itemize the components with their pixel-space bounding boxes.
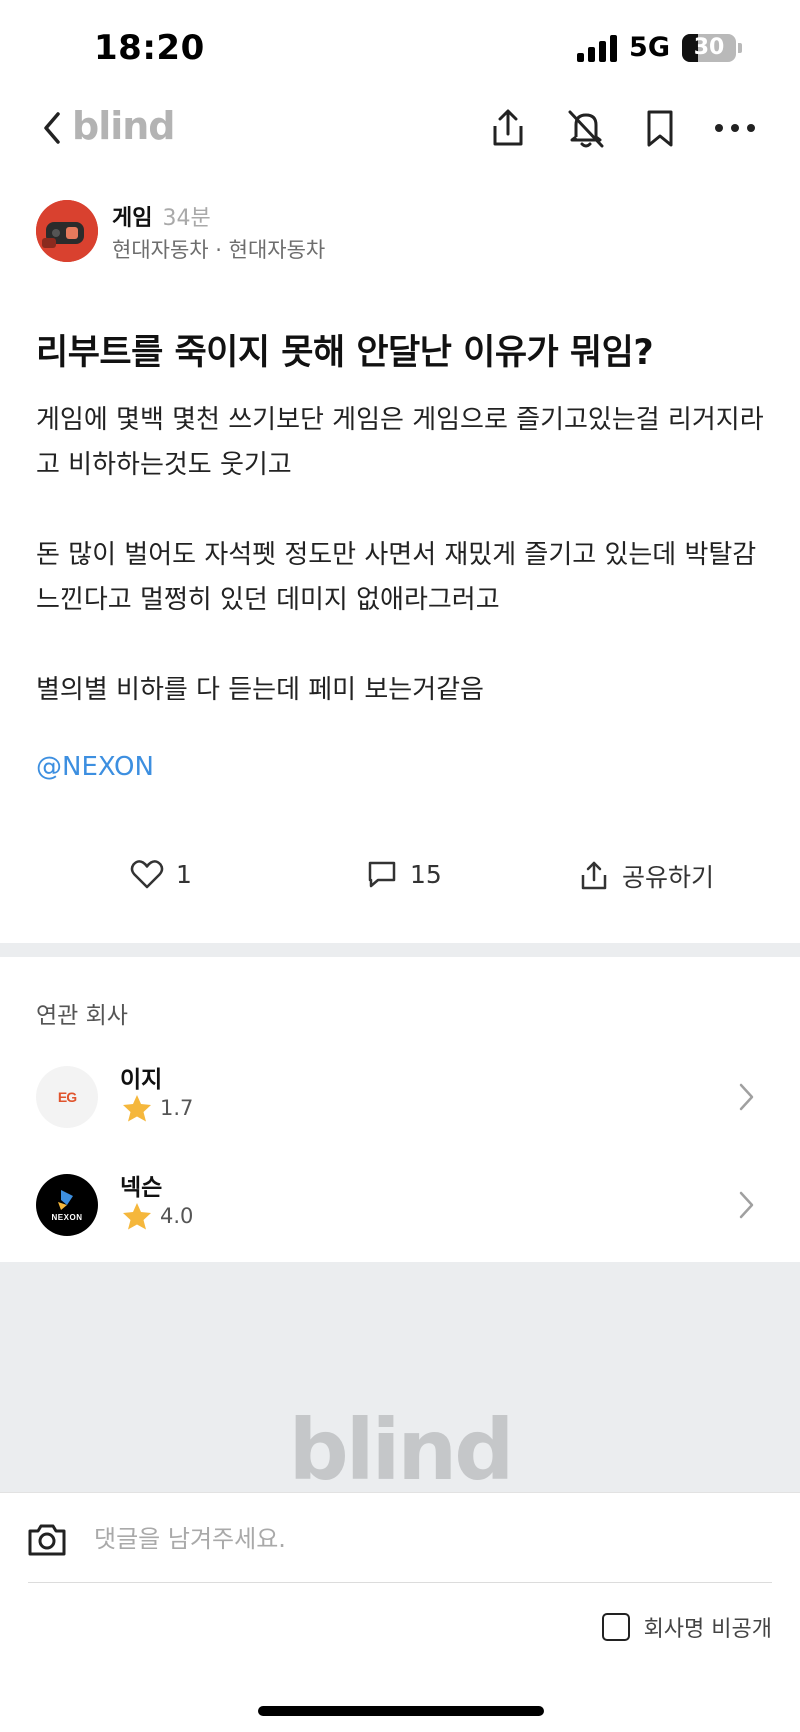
company-name: 이지	[120, 1067, 163, 1093]
chevron-right-icon	[732, 1188, 760, 1222]
company-logo: EG	[36, 1066, 98, 1128]
company-mention-link[interactable]: @NEXON	[36, 752, 154, 782]
category-avatar[interactable]	[36, 200, 98, 262]
comment-input[interactable]	[94, 1513, 754, 1565]
footer-blind-logo: blind	[288, 1408, 515, 1492]
company-logo-text: EG	[57, 1089, 77, 1105]
related-companies-title: 연관 회사	[36, 1003, 128, 1029]
company-rating: 4.0	[122, 1202, 193, 1230]
heart-icon	[130, 860, 164, 889]
hide-company-label: 회사명 비공개	[643, 1617, 772, 1642]
post-actions: 1 15 공유하기	[0, 858, 800, 902]
post-paragraph: 별의별 비하를 다 듣는데 페미 보는거같음	[36, 675, 484, 705]
status-time: 18:20	[94, 28, 205, 68]
back-icon[interactable]	[34, 108, 74, 148]
post-paragraph: 돈 많이 벌어도 자석펫 정도만 사면서 재밌게 즐기고 있는데 박탈감느낀다고…	[36, 540, 757, 615]
post-category[interactable]: 게임	[112, 206, 152, 231]
company-name: 넥슨	[120, 1175, 163, 1201]
star-icon	[123, 1095, 151, 1122]
network-type: 5G	[629, 32, 670, 63]
top-nav: blind	[0, 96, 800, 162]
hide-company-toggle[interactable]: 회사명 비공개	[601, 1611, 772, 1643]
related-company-item[interactable]: EG 이지 1.7	[0, 1066, 800, 1146]
chevron-right-icon	[732, 1080, 760, 1114]
share-post-button[interactable]: 공유하기	[578, 858, 714, 894]
author-company: 현대자동차 · 현대자동차	[112, 238, 326, 262]
post-time: 34분	[162, 206, 211, 231]
bookmark-icon[interactable]	[638, 106, 682, 150]
comment-divider	[28, 1582, 772, 1583]
blind-logo[interactable]: blind	[72, 104, 176, 148]
hide-company-checkbox[interactable]	[601, 1613, 630, 1641]
share-label: 공유하기	[622, 863, 715, 892]
company-logo: NEXON	[36, 1174, 98, 1236]
signal-icon	[577, 34, 618, 62]
author-meta: 게임 34분	[112, 200, 211, 232]
company-rating-value: 1.7	[160, 1096, 194, 1120]
more-icon[interactable]	[710, 106, 760, 150]
related-company-item[interactable]: NEXON 넥슨 4.0	[0, 1174, 800, 1254]
share-icon	[581, 861, 607, 890]
home-indicator	[258, 1706, 544, 1716]
comment-composer: 회사명 비공개	[0, 1492, 800, 1732]
post-title: 리부트를 죽이지 못해 안달난 이유가 뭐임?	[36, 333, 654, 373]
company-logo-text: NEXON	[51, 1212, 83, 1222]
like-button[interactable]: 1	[130, 858, 192, 890]
comment-count: 15	[410, 859, 442, 889]
bell-off-icon[interactable]	[564, 106, 608, 150]
post-author: 게임 34분 현대자동차 · 현대자동차	[36, 200, 766, 264]
battery-level: 30	[693, 35, 725, 60]
comment-icon	[368, 861, 396, 888]
comment-button[interactable]: 15	[366, 858, 442, 890]
share-icon[interactable]	[486, 106, 530, 150]
star-icon	[123, 1203, 151, 1230]
like-count: 1	[176, 859, 192, 889]
company-rating: 1.7	[122, 1094, 193, 1122]
status-bar: 18:20 5G 30	[0, 0, 800, 96]
post-paragraph: 게임에 몇백 몇천 쓰기보단 게임은 게임으로 즐기고있는걸 리거지라고 비하하…	[36, 405, 764, 480]
post-body: 게임에 몇백 몇천 쓰기보단 게임은 게임으로 즐기고있는걸 리거지라고 비하하…	[36, 398, 766, 713]
status-indicators: 5G 30	[577, 32, 742, 63]
camera-icon[interactable]	[26, 1519, 68, 1561]
section-divider	[0, 943, 800, 957]
company-rating-value: 4.0	[160, 1204, 194, 1228]
battery-icon: 30	[682, 33, 742, 62]
